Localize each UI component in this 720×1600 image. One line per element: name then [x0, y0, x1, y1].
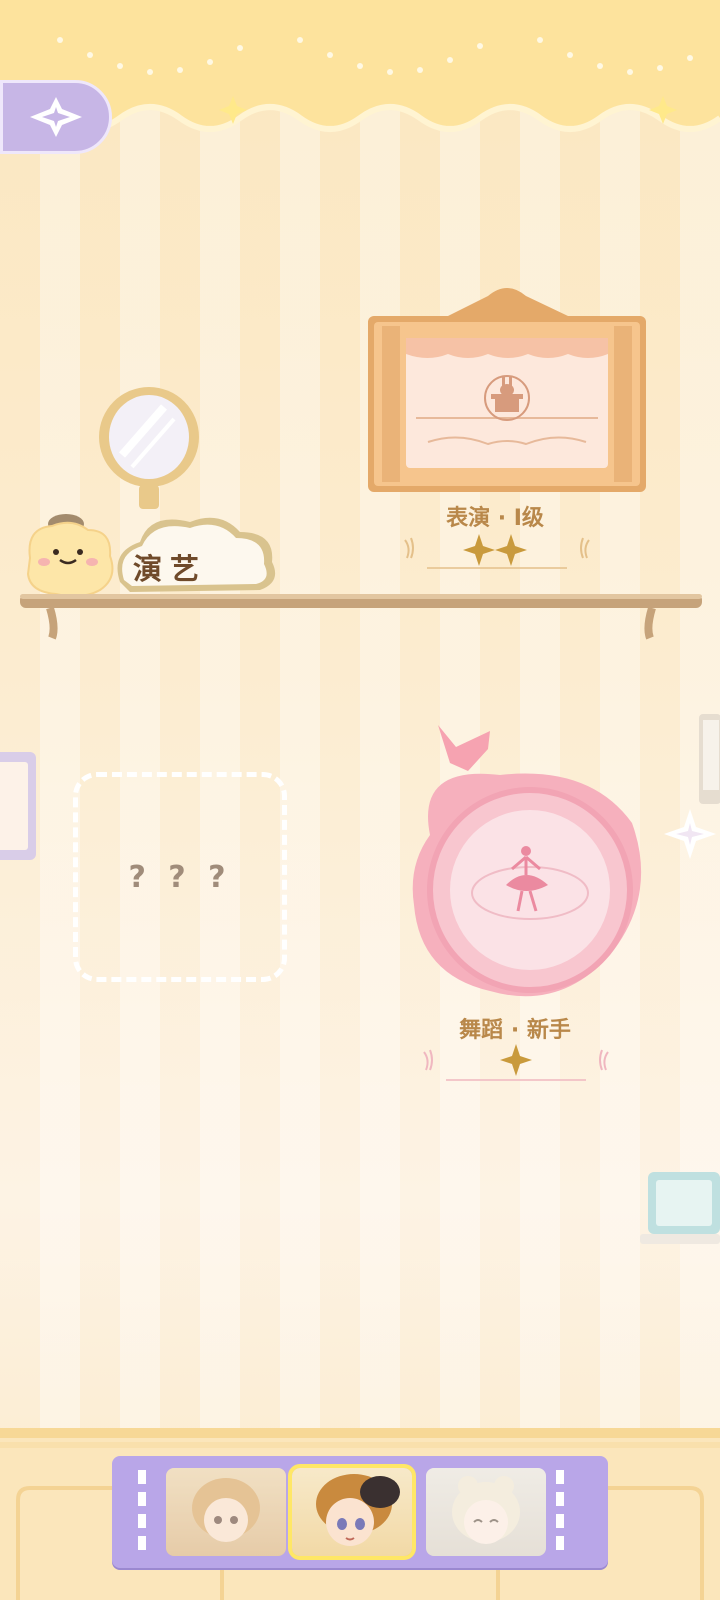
character-avatar [426, 1468, 546, 1556]
star-icon [463, 534, 495, 566]
character-slot-1[interactable] [166, 1468, 286, 1556]
character-slot-3[interactable] [426, 1468, 546, 1556]
character-avatar [316, 1474, 400, 1546]
character-selector [112, 1456, 608, 1568]
rating-stars [423, 1044, 609, 1081]
locked-achievement-slot[interactable]: ? ? ? [73, 772, 287, 982]
character-avatar [166, 1468, 286, 1556]
category-label: 演艺 [133, 552, 208, 586]
rating-stars [404, 534, 590, 569]
side-frame-decoration[interactable] [0, 752, 38, 860]
mascot-character[interactable] [22, 508, 120, 600]
film-strip-holes [556, 1470, 564, 1554]
performance-frame [368, 288, 646, 492]
back-button[interactable] [0, 80, 112, 154]
star-icon [495, 534, 527, 566]
dance-frame [412, 725, 642, 997]
film-strip-holes [138, 1470, 146, 1554]
four-point-star-arrow-icon [664, 809, 716, 859]
side-shelf-decoration [699, 714, 720, 804]
star-icon [500, 1044, 532, 1076]
four-point-star-icon [30, 97, 82, 137]
character-slot-2-selected[interactable] [288, 1464, 416, 1560]
next-page-button[interactable] [660, 805, 718, 863]
wooden-shelf [20, 594, 702, 640]
mirror-decoration [99, 387, 199, 509]
locked-label: ? ? ? [128, 859, 232, 895]
side-frame-decoration[interactable] [640, 1166, 720, 1254]
